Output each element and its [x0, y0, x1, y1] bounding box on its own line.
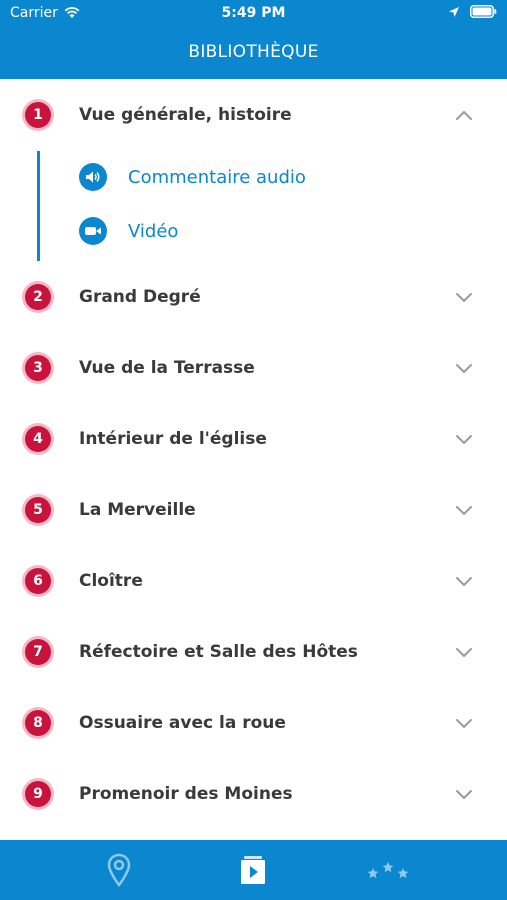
location-arrow-icon	[449, 6, 459, 17]
section-number-badge: 5	[25, 496, 51, 523]
list-item-section-9[interactable]: 9 Promenoir des Moines	[0, 758, 507, 829]
chevron-down-icon[interactable]	[455, 504, 473, 516]
speaker-icon	[79, 163, 107, 191]
tab-map[interactable]	[100, 852, 138, 888]
section-number-badge: 6	[25, 567, 51, 594]
list-item-section-2[interactable]: 2 Grand Degré	[0, 261, 507, 332]
map-pin-icon	[107, 853, 131, 887]
section-title: Ossuaire avec la roue	[79, 712, 286, 733]
video-label: Vidéo	[128, 220, 179, 242]
video-link[interactable]: Vidéo	[79, 215, 178, 247]
library-play-icon	[241, 856, 265, 884]
list-item-section-6[interactable]: 6 Cloître	[0, 545, 507, 616]
status-time: 5:49 PM	[221, 5, 286, 21]
section-title: Promenoir des Moines	[79, 783, 293, 804]
tab-library[interactable]	[236, 852, 270, 888]
audio-commentary-label: Commentaire audio	[128, 166, 306, 188]
submenu-indicator-bar	[37, 151, 40, 261]
chevron-down-icon[interactable]	[455, 362, 473, 374]
stars-icon	[367, 862, 409, 878]
section-title: Cloître	[79, 570, 143, 591]
list-item-section-5[interactable]: 5 La Merveille	[0, 474, 507, 545]
battery-icon	[470, 5, 497, 18]
section-number-badge: 8	[25, 709, 51, 736]
section-title: Grand Degré	[79, 286, 201, 307]
section-title: Réfectoire et Salle des Hôtes	[79, 641, 358, 662]
status-right-group	[448, 5, 497, 18]
chevron-down-icon[interactable]	[455, 646, 473, 658]
tab-bar	[0, 840, 507, 900]
list-item-section-8[interactable]: 8 Ossuaire avec la roue	[0, 687, 507, 758]
list-item-section-3[interactable]: 3 Vue de la Terrasse	[0, 332, 507, 403]
list-item-section-4[interactable]: 4 Intérieur de l'église	[0, 403, 507, 474]
status-bar: Carrier 5:49 PM	[0, 0, 507, 28]
library-list: 1 Vue générale, histoire Commentaire aud…	[0, 79, 507, 829]
section-number-badge: 2	[25, 283, 51, 310]
section-number-badge: 3	[25, 354, 51, 381]
section-number-badge: 1	[25, 102, 51, 128]
chevron-down-icon[interactable]	[455, 291, 473, 303]
page-title: BIBLIOTHÈQUE	[188, 42, 319, 62]
section-number-badge: 9	[25, 780, 51, 807]
audio-commentary-link[interactable]: Commentaire audio	[79, 161, 306, 193]
chevron-down-icon[interactable]	[455, 717, 473, 729]
chevron-down-icon[interactable]	[455, 433, 473, 445]
section-title: Vue de la Terrasse	[79, 357, 255, 378]
list-item-section-1[interactable]: 1 Vue générale, histoire	[0, 79, 507, 151]
section-number-badge: 7	[25, 638, 51, 665]
tab-favorites[interactable]	[364, 852, 412, 888]
chevron-up-icon[interactable]	[455, 109, 473, 121]
chevron-down-icon[interactable]	[455, 788, 473, 800]
chevron-down-icon[interactable]	[455, 575, 473, 587]
video-camera-icon	[79, 217, 107, 245]
section-title: La Merveille	[79, 499, 196, 520]
section-1-submenu: Commentaire audio Vidéo	[0, 151, 507, 261]
section-number-badge: 4	[25, 425, 51, 452]
navigation-bar: Carrier 5:49 PM BIBLIOTHÈQUE	[0, 0, 507, 79]
section-title: Intérieur de l'église	[79, 428, 267, 449]
list-item-section-7[interactable]: 7 Réfectoire et Salle des Hôtes	[0, 616, 507, 687]
section-title: Vue générale, histoire	[79, 105, 292, 125]
